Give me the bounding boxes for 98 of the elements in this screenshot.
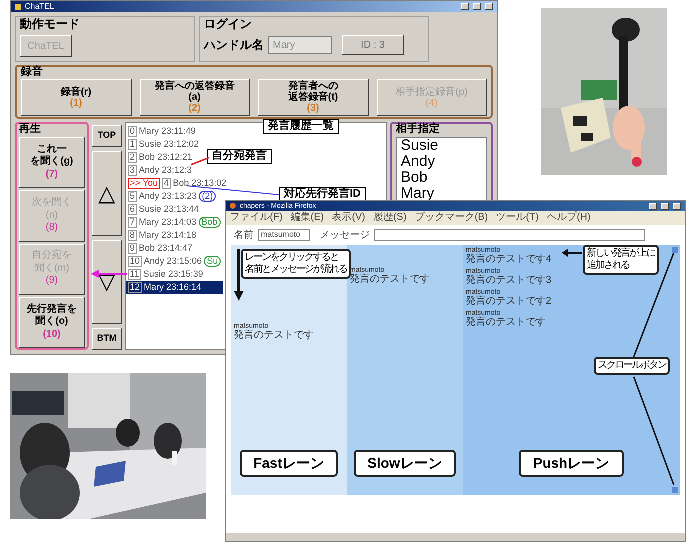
row-text: Mary 23:11:49 [139,127,196,136]
field-label: ハンドル名 [204,37,264,54]
row-index: 1 [128,139,138,150]
row-text: Susie 23:15:39 [143,270,204,279]
partner-item[interactable]: Andy [401,154,486,170]
history-row[interactable]: 2 Bob 23:12:21 [126,151,195,164]
history-row[interactable]: 11 Susie 23:15:39 [126,268,206,281]
row-index: 9 [128,243,138,254]
history-row[interactable]: >> You 4 Bob 23:13:02 [126,177,229,190]
message-text: 発言のテストです2 [466,296,552,307]
maximize-button[interactable] [473,3,481,10]
group-label: ログイン [204,17,253,32]
row-index: 11 [128,269,142,280]
row-text: Bob 23:13:02 [173,179,227,188]
menu-item[interactable]: ブックマーク(B) [414,213,488,223]
minimize-button[interactable] [461,3,469,10]
maximize-button[interactable] [661,202,669,210]
row-text: Mary 23:14:18 [139,231,197,240]
close-button[interactable] [673,202,681,210]
row-text: Susie 23:12:02 [139,140,200,149]
history-row[interactable]: 9 Bob 23:14:47 [126,242,195,255]
history-row[interactable]: 7 Mary 23:14:03 Bob [126,216,223,229]
row-index: 3 [128,165,138,176]
close-button[interactable] [485,3,493,10]
group-label: 再生 [19,124,42,135]
lane-label: Fastレーン [240,450,338,477]
row-text: Andy 23:13:23 [139,192,198,201]
lane-label: Pushレーン [519,450,624,477]
annotation-label: 自分宛発言 [207,149,272,164]
message-text: 発言のテストです3 [466,275,552,286]
row-index: 8 [128,230,138,241]
reply-tag: (2) [199,191,216,202]
row-index: 7 [128,217,138,228]
nav-button[interactable]: TOP [92,125,122,147]
record-button[interactable]: 録音(r) (1) [21,79,132,116]
play-button[interactable]: これ一 を聞く(g) (7) [19,137,85,188]
message-text: 発言のテストです4 [466,254,552,265]
field-label: メッセージ [320,228,370,242]
annotation-label: 発言履歴一覧 [263,119,339,134]
message-text: 発言のテストです [350,274,430,285]
window-title: ChaTEL [25,2,54,10]
history-row[interactable]: 12 Mary 23:16:14 [126,281,223,294]
row-index: 0 [128,126,138,137]
nav-button[interactable]: ▽ [92,240,122,324]
history-row[interactable]: 1 Susie 23:12:02 [126,138,202,151]
partner-item[interactable]: Susie [401,138,486,154]
row-text: Susie 23:13:44 [139,205,200,214]
group-label: 録音 [21,67,44,78]
record-button[interactable]: 発言者への 返答録音(t) (3) [258,79,368,116]
group-label: 相手指定 [396,124,441,135]
row-text: Andy 23:12:3 [139,166,192,175]
play-button[interactable]: 先行発言を 聞く(o) (10) [19,296,85,348]
nav-button[interactable]: BTM [92,328,122,350]
field-label: 名前 [234,228,254,242]
history-row[interactable]: 8 Mary 23:14:18 [126,229,199,242]
menu-item[interactable]: ツール(T) [496,213,539,223]
arrow [562,249,582,257]
row-text: Mary 23:16:14 [144,283,202,292]
row-text: Bob 23:14:47 [139,244,193,253]
row-index: 12 [128,282,142,293]
message-field[interactable] [374,229,645,241]
row-text: Mary 23:14:03 [139,218,197,227]
browser-icon [230,203,236,209]
name-field[interactable]: matsumoto [258,229,310,241]
menu-item[interactable]: ヘルプ(H) [546,213,591,223]
minimize-button[interactable] [649,202,657,210]
history-row[interactable]: 3 Andy 23:12:3 [126,164,194,177]
row-index: 2 [128,152,138,163]
row-text: Andy 23:15:06 [144,257,202,266]
menu-item[interactable]: 履歴(S) [373,213,407,223]
callout: 新しい発言が上に 追加される [583,245,659,275]
partner-item[interactable]: Bob [401,170,486,186]
mention-marker: >> You [128,178,160,189]
app-icon [15,4,21,10]
history-row[interactable]: 6 Susie 23:13:44 [126,203,202,216]
callout: スクロールボタン [594,357,670,375]
callout: レーンをクリックすると 名前とメッセージが流れる [241,249,351,279]
history-row[interactable]: 0 Mary 23:11:49 [126,125,198,138]
lane-label: Slowレーン [354,450,456,477]
arrow [234,249,244,301]
row-index: 4 [162,178,172,189]
menu-item[interactable]: ファイル(F) [230,213,283,223]
history-row[interactable]: 5 Andy 23:13:23 (2) [126,190,218,203]
reply-tag: Bob [198,217,221,228]
message-text: 発言のテストです [234,330,314,341]
record-button[interactable]: 発言への返答録音 (a) (2) [140,79,250,116]
history-row[interactable]: 10 Andy 23:15:06 Su [126,255,224,268]
partner-item[interactable]: Mary [401,186,486,202]
menu-item[interactable]: 編集(E) [290,213,324,223]
message-text: 発言のテストです [466,317,546,328]
row-text: Bob 23:12:21 [139,153,193,162]
row-index: 5 [128,191,138,202]
row-index: 6 [128,204,138,215]
nav-button[interactable]: △ [92,151,122,236]
group-label: 動作モード [20,17,81,32]
menu-item[interactable]: 表示(V) [332,213,366,223]
reply-tag: Su [204,256,222,267]
row-index: 10 [128,256,142,267]
